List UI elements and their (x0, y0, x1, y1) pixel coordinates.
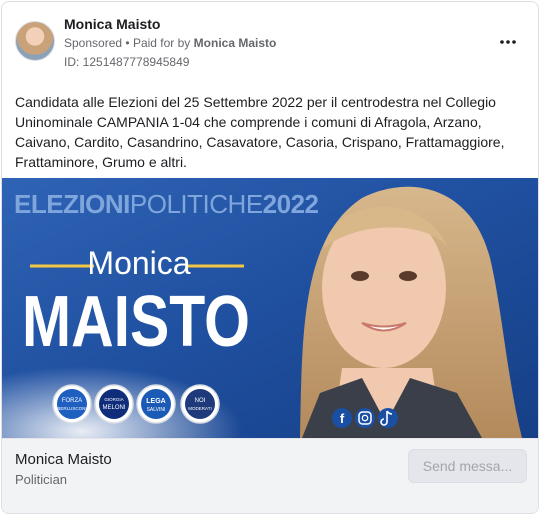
separator-dot: • (125, 36, 133, 50)
banner-year: 2022 (263, 189, 319, 219)
author-name[interactable]: Monica Maisto (64, 16, 160, 32)
svg-text:BERLUSCONI: BERLUSCONI (57, 406, 86, 411)
post-text: Candidata alle Elezioni del 25 Settembre… (15, 94, 505, 170)
ad-id: ID: 1251487778945849 (64, 55, 190, 69)
fratelli-italia-logo: GIORGIA MELONI (94, 384, 134, 424)
ad-card: Monica Maisto Sponsored • Paid for by Mo… (1, 1, 539, 514)
svg-text:ELEZIONIPOLITICHE2022: ELEZIONIPOLITICHE2022 (14, 189, 319, 219)
banner-light: POLITICHE (130, 189, 263, 219)
send-message-button[interactable]: Send messa... (408, 449, 527, 483)
svg-text:FORZA: FORZA (62, 398, 82, 404)
noi-moderati-logo: NOI MODERATI (180, 384, 220, 424)
paid-for-prefix: Paid for by (132, 36, 191, 50)
svg-text:MODERATI: MODERATI (188, 406, 211, 411)
tiktok-icon (378, 408, 398, 428)
forza-italia-logo: FORZA BERLUSCONI (52, 384, 92, 424)
ad-footer: Monica Maisto Politician Send messa... (2, 438, 538, 513)
ad-creative-image[interactable]: ELEZIONIPOLITICHE2022 Monica MAISTO FORZ… (2, 178, 538, 438)
post-header: Monica Maisto Sponsored • Paid for by Mo… (2, 2, 538, 82)
svg-text:SALVINI: SALVINI (147, 407, 166, 413)
avatar[interactable] (15, 21, 55, 61)
svg-text:MELONI: MELONI (102, 405, 125, 411)
banner-bold: ELEZIONI (14, 189, 130, 219)
facebook-icon: f (332, 408, 352, 428)
sponsored-label: Sponsored (64, 36, 123, 50)
instagram-icon (355, 408, 375, 428)
ellipsis-icon (500, 40, 516, 44)
lega-logo: LEGA SALVINI (136, 384, 176, 424)
svg-text:GIORGIA: GIORGIA (104, 397, 123, 402)
page-name[interactable]: Monica Maisto (15, 451, 112, 468)
paid-for-name[interactable]: Monica Maisto (194, 36, 277, 50)
candidate-last-name: MAISTO (22, 282, 250, 362)
more-options-button[interactable] (494, 30, 522, 54)
social-icons: f (332, 408, 398, 428)
candidate-first-name: Monica (87, 245, 190, 281)
campaign-banner: ELEZIONIPOLITICHE2022 Monica MAISTO FORZ… (2, 178, 538, 438)
page-category: Politician (15, 472, 68, 487)
svg-text:f: f (340, 411, 345, 426)
svg-text:NOI: NOI (195, 398, 206, 404)
sponsored-line: Sponsored • Paid for by Monica Maisto (64, 36, 276, 50)
svg-text:LEGA: LEGA (146, 398, 165, 405)
